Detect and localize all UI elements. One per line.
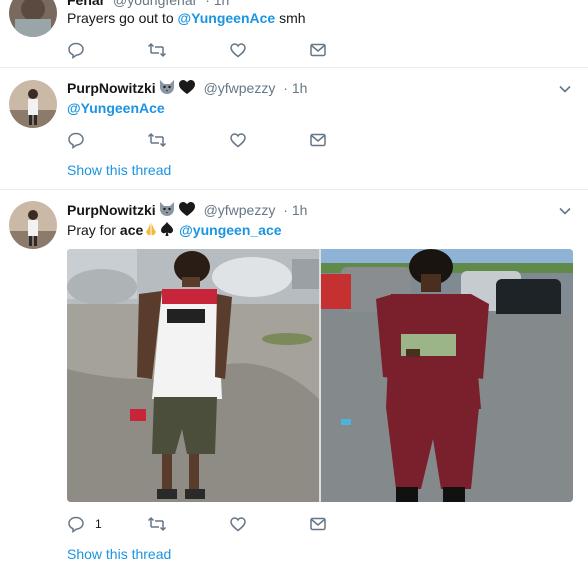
display-name[interactable]: Fenar bbox=[67, 0, 105, 8]
handle[interactable]: @youngfenar bbox=[113, 0, 197, 8]
avatar[interactable] bbox=[9, 0, 57, 37]
like-button[interactable] bbox=[229, 130, 247, 150]
handle[interactable]: @yfwpezzy bbox=[204, 202, 276, 218]
mention-link[interactable]: @YungeenAce bbox=[67, 100, 165, 116]
timestamp[interactable]: · 1h bbox=[283, 80, 307, 96]
avatar[interactable] bbox=[9, 80, 57, 128]
reply-count: 1 bbox=[95, 517, 102, 531]
show-thread-link[interactable]: Show this thread bbox=[67, 546, 171, 562]
folded-hands-emoji bbox=[143, 221, 159, 241]
dm-button[interactable] bbox=[309, 514, 327, 534]
display-name[interactable]: PurpNowitzki bbox=[67, 202, 156, 218]
reply-button[interactable]: 1 bbox=[67, 514, 102, 534]
handle[interactable]: @yfwpezzy bbox=[204, 80, 276, 96]
reply-button[interactable] bbox=[67, 40, 85, 60]
dm-icon bbox=[310, 43, 326, 57]
tweet-header: PurpNowitzki @yfwpezzy · 1h bbox=[67, 79, 307, 99]
dm-button[interactable] bbox=[309, 40, 327, 60]
like-icon bbox=[230, 43, 246, 58]
like-icon bbox=[230, 133, 246, 148]
like-button[interactable] bbox=[229, 514, 247, 534]
tweet-media[interactable] bbox=[67, 249, 573, 502]
retweet-icon bbox=[147, 516, 167, 532]
mention-link[interactable]: @yungeen_ace bbox=[179, 222, 281, 238]
photo-1[interactable] bbox=[67, 249, 319, 502]
retweet-button[interactable] bbox=[147, 40, 167, 60]
action-bar bbox=[67, 130, 347, 150]
timestamp[interactable]: · 1h bbox=[205, 0, 229, 8]
tweet-1[interactable]: Fenar @youngfenar · 1h Prayers go out to… bbox=[0, 0, 588, 68]
dm-icon bbox=[310, 517, 326, 531]
retweet-button[interactable] bbox=[147, 130, 167, 150]
reply-icon bbox=[68, 132, 84, 149]
tweet-text: Prayers go out to @YungeenAce smh bbox=[67, 10, 306, 26]
tweet-text: @YungeenAce bbox=[67, 99, 165, 117]
wolf-emoji bbox=[158, 201, 176, 221]
tweet-2[interactable]: PurpNowitzki @yfwpezzy · 1h @YungeenAce … bbox=[0, 68, 588, 190]
dm-icon bbox=[310, 133, 326, 147]
reply-icon bbox=[68, 42, 84, 59]
tweet-header: Fenar @youngfenar · 1h bbox=[67, 0, 229, 9]
like-button[interactable] bbox=[229, 40, 247, 60]
reply-button[interactable] bbox=[67, 130, 85, 150]
action-bar bbox=[67, 40, 347, 60]
show-thread-link[interactable]: Show this thread bbox=[67, 162, 171, 178]
timestamp[interactable]: · 1h bbox=[283, 202, 307, 218]
retweet-button[interactable] bbox=[147, 514, 167, 534]
tweet-text: Pray for ace @yungeen_ace bbox=[67, 221, 282, 241]
avatar[interactable] bbox=[9, 201, 57, 249]
chevron-down-icon[interactable] bbox=[558, 204, 572, 218]
mention-link[interactable]: @YungeenAce bbox=[178, 10, 276, 26]
action-bar: 1 bbox=[67, 514, 347, 534]
like-icon bbox=[230, 517, 246, 532]
display-name[interactable]: PurpNowitzki bbox=[67, 80, 156, 96]
wolf-emoji bbox=[158, 79, 176, 99]
reply-icon bbox=[68, 516, 84, 533]
dm-button[interactable] bbox=[309, 130, 327, 150]
retweet-icon bbox=[147, 42, 167, 58]
black-heart-emoji bbox=[178, 79, 196, 99]
tweet-header: PurpNowitzki @yfwpezzy · 1h bbox=[67, 201, 307, 221]
spade-emoji bbox=[159, 221, 175, 241]
black-heart-emoji bbox=[178, 201, 196, 221]
retweet-icon bbox=[147, 132, 167, 148]
photo-2[interactable] bbox=[321, 249, 573, 502]
chevron-down-icon[interactable] bbox=[558, 82, 572, 96]
